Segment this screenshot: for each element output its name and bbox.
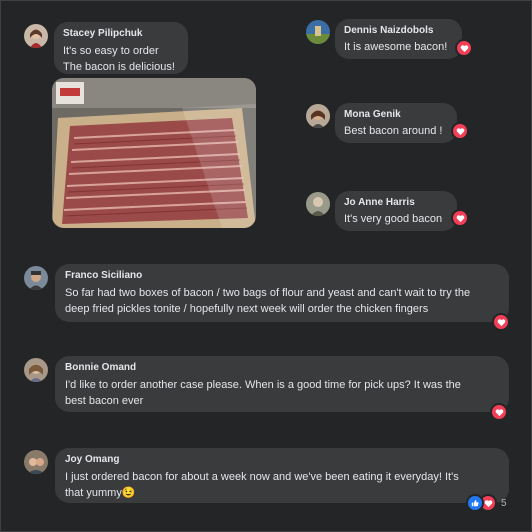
avatar-franco[interactable] <box>24 266 48 290</box>
avatar-joanne[interactable] <box>306 192 330 216</box>
comment-bubble-bonnie: Bonnie Omand I'd like to order another c… <box>55 356 509 412</box>
comment-bubble-mona: Mona Genik Best bacon around ! <box>335 103 457 143</box>
comment-text: I just ordered bacon for about a week no… <box>65 471 459 483</box>
commenter-name[interactable]: Franco Siciliano <box>65 270 499 282</box>
comment-bubble-joanne: Jo Anne Harris It's very good bacon <box>335 191 457 231</box>
comment-text: So far had two boxes of bacon / two bags… <box>65 287 471 299</box>
heart-icon[interactable] <box>492 313 510 331</box>
comment-text: It's so easy to order <box>63 45 159 57</box>
heart-icon[interactable] <box>451 122 469 140</box>
avatar-bonnie[interactable] <box>24 358 48 382</box>
avatar-dennis[interactable] <box>306 20 330 44</box>
commenter-name[interactable]: Stacey Pilipchuk <box>63 28 179 40</box>
heart-icon[interactable] <box>455 39 473 57</box>
comment-bubble-franco: Franco Siciliano So far had two boxes of… <box>55 264 509 322</box>
commenter-name[interactable]: Jo Anne Harris <box>344 197 448 209</box>
like-icon <box>466 494 484 512</box>
comment-text: deep fried pickles tonite / hopefully ne… <box>65 303 429 315</box>
comment-text: that yummy😉 <box>65 487 136 499</box>
heart-icon[interactable] <box>451 209 469 227</box>
commenter-name[interactable]: Bonnie Omand <box>65 362 499 374</box>
commenter-name[interactable]: Joy Omang <box>65 454 499 466</box>
comment-text: I'd like to order another case please. W… <box>65 379 461 391</box>
comment-bubble-dennis: Dennis Naizdobols It is awesome bacon! <box>335 19 462 59</box>
avatar-mona[interactable] <box>306 104 330 128</box>
comment-text: Best bacon around ! <box>344 125 443 137</box>
avatar-stacey[interactable] <box>24 24 48 48</box>
comment-bubble-stacey: Stacey Pilipchuk It's so easy to order T… <box>54 22 188 74</box>
comment-text: It's very good bacon <box>344 213 443 225</box>
comment-bubble-joy: Joy Omang I just ordered bacon for about… <box>55 448 509 503</box>
commenter-name[interactable]: Dennis Naizdobols <box>344 25 453 37</box>
avatar-joy[interactable] <box>24 450 48 474</box>
heart-icon[interactable] <box>490 403 508 421</box>
commenter-name[interactable]: Mona Genik <box>344 109 448 121</box>
reaction-count: 5 <box>501 497 507 509</box>
comment-text: It is awesome bacon! <box>344 41 448 53</box>
comment-text: The bacon is delicious! <box>63 61 175 73</box>
reaction-summary[interactable]: 5 <box>466 494 507 512</box>
comment-photo-bacon[interactable] <box>52 78 256 228</box>
comment-text: best bacon ever <box>65 395 144 407</box>
